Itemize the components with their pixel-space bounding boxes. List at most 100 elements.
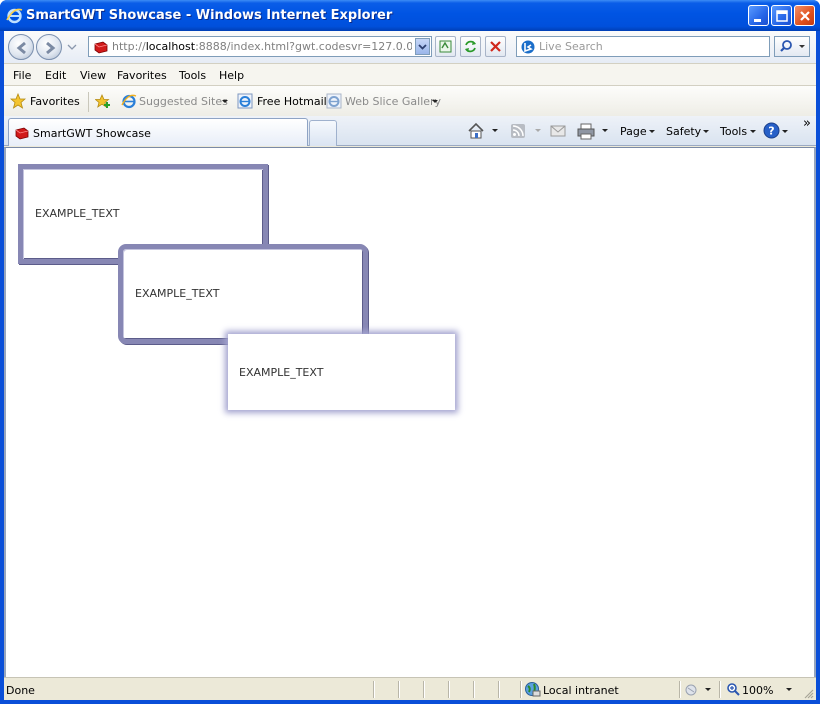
ie-logo-icon (6, 8, 23, 24)
webslice-dropdown-icon[interactable] (432, 100, 438, 103)
status-divider (373, 681, 374, 698)
favorites-button[interactable]: Favorites (30, 95, 80, 108)
tools-menu[interactable]: Tools (720, 125, 747, 138)
address-dropdown-button[interactable] (415, 38, 430, 55)
example-text: EXAMPLE_TEXT (239, 366, 324, 379)
title-bar[interactable]: SmartGWT Showcase - Windows Internet Exp… (0, 0, 820, 31)
menu-help[interactable]: Help (219, 69, 244, 82)
example-text: EXAMPLE_TEXT (135, 287, 220, 300)
feeds-dropdown-icon[interactable] (535, 129, 541, 132)
minimize-button[interactable] (748, 5, 769, 26)
ie-page-icon (121, 94, 137, 109)
compatibility-icon (439, 40, 452, 53)
address-bar[interactable]: http://localhost:8888/index.html?gwt.cod… (88, 36, 432, 57)
page-dropdown-icon[interactable] (649, 130, 655, 133)
browser-client: http://localhost:8888/index.html?gwt.cod… (4, 31, 816, 700)
ie-page-icon (326, 93, 342, 109)
close-icon (800, 11, 810, 21)
safety-menu[interactable]: Safety (666, 125, 701, 138)
menu-tools[interactable]: Tools (179, 69, 206, 82)
url-text[interactable]: http://localhost:8888/index.html?gwt.cod… (112, 40, 412, 53)
status-divider (448, 681, 449, 698)
compatibility-view-button[interactable] (435, 36, 456, 57)
suggested-dropdown-icon[interactable] (222, 100, 228, 103)
search-input[interactable]: Live Search (516, 36, 770, 57)
refresh-icon (465, 40, 476, 53)
protected-mode-icon[interactable] (684, 682, 700, 697)
new-tab-button[interactable] (309, 120, 337, 146)
back-arrow-icon (16, 41, 26, 55)
status-divider (719, 681, 720, 698)
minimize-icon (754, 19, 761, 22)
maximize-button[interactable] (771, 5, 792, 26)
back-button[interactable] (8, 34, 34, 60)
resize-grip-icon[interactable] (802, 687, 814, 699)
security-zone[interactable]: Local intranet (543, 684, 619, 697)
refresh-button[interactable] (460, 36, 481, 57)
tab-label: SmartGWT Showcase (33, 127, 151, 140)
status-divider (473, 681, 474, 698)
print-icon[interactable] (577, 122, 595, 140)
suggested-sites-link[interactable]: Suggested Sites (139, 95, 228, 108)
zoom-magnifier-icon[interactable] (726, 682, 740, 696)
print-dropdown-icon[interactable] (602, 129, 608, 132)
example-text: EXAMPLE_TEXT (35, 207, 120, 220)
favbar-divider (88, 92, 89, 112)
history-dropdown-icon[interactable] (67, 42, 77, 52)
svg-text:?: ? (768, 125, 774, 138)
home-dropdown-icon[interactable] (492, 129, 498, 132)
stop-icon (490, 41, 501, 52)
search-button[interactable] (774, 36, 810, 57)
search-placeholder: Live Search (539, 40, 603, 53)
zoom-dropdown-icon[interactable] (786, 688, 792, 691)
ie-page-icon (237, 93, 253, 109)
address-toolbar: http://localhost:8888/index.html?gwt.cod… (4, 31, 816, 63)
status-bar: Done Local intranet 100% (4, 677, 816, 700)
example-box-rounded: EXAMPLE_TEXT (118, 244, 368, 344)
protected-mode-dropdown-icon[interactable] (705, 688, 711, 691)
chevron-down-icon (418, 44, 427, 50)
forward-arrow-icon (46, 41, 56, 55)
close-button[interactable] (794, 5, 815, 26)
magnifier-icon (780, 40, 805, 52)
tab-bar: SmartGWT Showcase Page Safety Tools ? » (4, 116, 816, 146)
free-hotmail-link[interactable]: Free Hotmail (257, 95, 327, 108)
status-divider (520, 681, 521, 698)
stop-button[interactable] (485, 36, 506, 57)
tools-dropdown-icon[interactable] (750, 130, 756, 133)
menu-view[interactable]: View (80, 69, 106, 82)
read-mail-icon[interactable] (550, 123, 566, 139)
example-box-glow: EXAMPLE_TEXT (228, 334, 455, 410)
page-menu[interactable]: Page (620, 125, 647, 138)
maximize-icon (776, 10, 788, 22)
local-intranet-globe-icon (525, 682, 541, 697)
help-dropdown-icon[interactable] (782, 130, 788, 133)
favorites-star-icon (10, 93, 26, 109)
zoom-level[interactable]: 100% (742, 684, 773, 697)
safety-dropdown-icon[interactable] (703, 130, 709, 133)
web-slice-gallery-link[interactable]: Web Slice Gallery (345, 95, 441, 108)
gwt-page-icon (94, 41, 108, 54)
page-content: EXAMPLE_TEXT EXAMPLE_TEXT EXAMPLE_TEXT (4, 147, 816, 677)
tab-smartgwt-showcase[interactable]: SmartGWT Showcase (8, 118, 308, 146)
menu-favorites[interactable]: Favorites (117, 69, 167, 82)
add-favorites-icon[interactable] (95, 93, 111, 109)
status-divider (423, 681, 424, 698)
more-commands-chevron[interactable]: » (803, 116, 811, 131)
status-text: Done (6, 684, 35, 697)
browser-window: SmartGWT Showcase - Windows Internet Exp… (0, 0, 820, 704)
gwt-page-icon (15, 127, 29, 140)
status-divider (398, 681, 399, 698)
feeds-icon[interactable] (510, 123, 526, 139)
forward-button[interactable] (36, 34, 62, 60)
window-title: SmartGWT Showcase - Windows Internet Exp… (26, 8, 393, 23)
favorites-bar: Favorites Suggested Sites Free Hotmail W… (4, 86, 816, 116)
home-icon[interactable] (467, 122, 485, 140)
live-search-logo-icon (521, 40, 535, 54)
status-divider (498, 681, 499, 698)
status-divider (679, 681, 680, 698)
menu-file[interactable]: File (13, 69, 31, 82)
menu-edit[interactable]: Edit (45, 69, 66, 82)
help-icon[interactable]: ? (763, 122, 780, 139)
menu-bar: File Edit View Favorites Tools Help (4, 63, 816, 86)
